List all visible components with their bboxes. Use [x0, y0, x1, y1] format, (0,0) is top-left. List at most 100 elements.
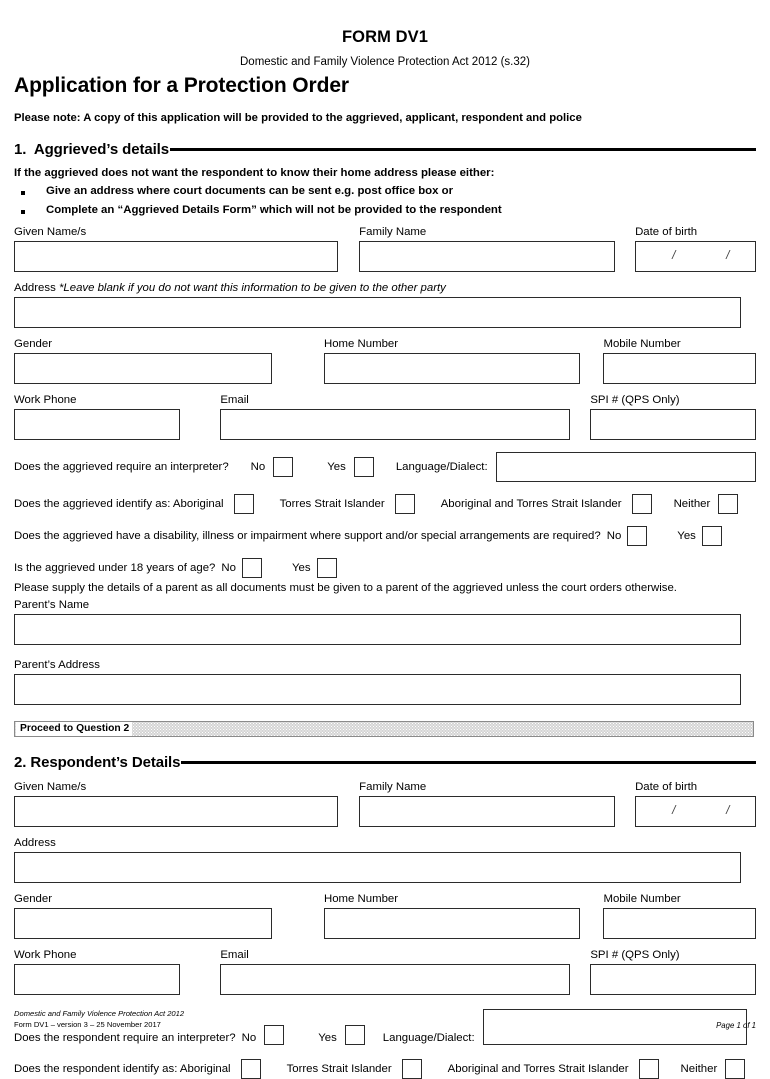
aggrieved-parent-address-row: Parent’s Address [14, 658, 756, 705]
aggrieved-identify-both-label: Aboriginal and Torres Strait Islander [440, 498, 622, 510]
aggrieved-identify-aboriginal-checkbox[interactable] [233, 494, 254, 514]
aggrieved-disability-question-row: Does the aggrieved have a disability, il… [14, 526, 756, 546]
aggrieved-parent-note: Please supply the details of a parent as… [14, 582, 677, 594]
respondent-family-name-field: Family Name [359, 780, 615, 827]
aggrieved-email-field: Email [220, 393, 570, 440]
aggrieved-language-dialect-input[interactable] [495, 452, 756, 482]
respondent-identify-both-checkbox[interactable] [638, 1059, 659, 1079]
aggrieved-family-name-label: Family Name [359, 226, 427, 238]
aggrieved-identify-both-checkbox[interactable] [631, 494, 652, 514]
aggrieved-parent-name-input[interactable] [14, 614, 741, 645]
respondent-dob-input[interactable]: / / [635, 796, 756, 827]
form-page: FORM DV1 Domestic and Family Violence Pr… [0, 28, 770, 1079]
respondent-identify-both-label: Aboriginal and Torres Strait Islander [447, 1063, 629, 1075]
aggrieved-parent-address-input[interactable] [14, 674, 741, 705]
section-1-rule [169, 147, 756, 151]
respondent-given-names-input[interactable] [14, 796, 338, 827]
aggrieved-family-name-input[interactable] [359, 241, 615, 272]
form-number-title: FORM DV1 [341, 28, 429, 46]
aggrieved-spi-input[interactable] [590, 409, 756, 440]
aggrieved-spi-field: SPI # (QPS Only) [590, 393, 756, 440]
respondent-contact-row-1: Gender Home Number Mobile Number [14, 892, 756, 939]
aggrieved-disability-yes-checkbox[interactable] [701, 526, 722, 546]
respondent-identify-tsi-checkbox[interactable] [401, 1059, 422, 1079]
aggrieved-work-phone-field: Work Phone [14, 393, 180, 440]
page-title: Application for a Protection Order [14, 74, 349, 97]
aggrieved-email-input[interactable] [220, 409, 570, 440]
aggrieved-dob-separator-2: / [726, 248, 730, 262]
respondent-contact-row-2: Work Phone Email SPI # (QPS Only) [14, 948, 756, 995]
aggrieved-work-phone-label: Work Phone [14, 394, 77, 406]
aggrieved-given-names-label: Given Name/s [14, 226, 87, 238]
aggrieved-identify-neither-checkbox[interactable] [718, 494, 739, 514]
aggrieved-gender-input[interactable] [14, 353, 272, 384]
aggrieved-work-phone-input[interactable] [14, 409, 180, 440]
aggrieved-under18-yes-checkbox[interactable] [316, 558, 337, 578]
respondent-spi-label: SPI # (QPS Only) [590, 949, 680, 961]
bullet-square-icon [21, 191, 25, 195]
respondent-family-name-input[interactable] [359, 796, 615, 827]
respondent-mobile-number-label: Mobile Number [603, 893, 681, 905]
respondent-address-input[interactable] [14, 852, 741, 883]
footer-document-info: Domestic and Family Violence Protection … [14, 1009, 184, 1030]
act-reference-line: Domestic and Family Violence Protection … [240, 56, 530, 68]
respondent-mobile-number-input[interactable] [603, 908, 756, 939]
aggrieved-interpreter-no-label: No [250, 461, 266, 473]
aggrieved-given-names-field: Given Name/s [14, 225, 338, 272]
respondent-home-number-label: Home Number [323, 893, 399, 905]
aggrieved-address-label: Address *Leave blank if you do not want … [14, 281, 741, 295]
aggrieved-address-note: *Leave blank if you do not want this inf… [58, 282, 446, 294]
proceed-to-question-2-label: Proceed to Question 2 [16, 722, 133, 736]
aggrieved-parent-address-label: Parent’s Address [14, 659, 100, 671]
respondent-spi-input[interactable] [590, 964, 756, 995]
footer-version-line: Form DV1 – version 3 – 25 November 2017 [14, 1019, 161, 1029]
respondent-interpreter-question-text: Does the respondent require an interpret… [14, 1032, 236, 1044]
aggrieved-interpreter-no-checkbox[interactable] [273, 457, 294, 477]
page-footer: Domestic and Family Violence Protection … [14, 1009, 756, 1030]
aggrieved-dob-input[interactable]: / / [635, 241, 756, 272]
aggrieved-interpreter-yes-checkbox[interactable] [353, 457, 374, 477]
aggrieved-dob-separator-1: / [672, 248, 676, 262]
aggrieved-address-row: Address *Leave blank if you do not want … [14, 281, 756, 328]
respondent-address-field: Address [14, 836, 741, 883]
aggrieved-home-number-label: Home Number [323, 338, 399, 350]
aggrieved-parent-name-field: Parent’s Name [14, 598, 741, 645]
aggrieved-gender-label: Gender [14, 338, 52, 350]
section-1-heading: 1. Aggrieved’s details [14, 141, 756, 158]
aggrieved-spi-label: SPI # (QPS Only) [590, 394, 680, 406]
aggrieved-disability-no-checkbox[interactable] [627, 526, 648, 546]
aggrieved-under18-no-label: No [221, 562, 236, 574]
aggrieved-home-number-input[interactable] [323, 353, 580, 384]
aggrieved-parent-name-label: Parent’s Name [14, 599, 90, 611]
respondent-email-label: Email [220, 949, 249, 961]
section-2-rule [181, 760, 756, 764]
aggrieved-address-label-text: Address [14, 282, 56, 294]
respondent-gender-input[interactable] [14, 908, 272, 939]
respondent-email-input[interactable] [220, 964, 570, 995]
respondent-home-number-input[interactable] [323, 908, 580, 939]
respondent-work-phone-field: Work Phone [14, 948, 180, 995]
bullet-1-text: Give an address where court documents ca… [46, 185, 453, 197]
respondent-mobile-number-field: Mobile Number [603, 892, 756, 939]
aggrieved-identify-tsi-checkbox[interactable] [394, 494, 415, 514]
aggrieved-given-names-input[interactable] [14, 241, 338, 272]
aggrieved-identify-question-row: Does the aggrieved identify as: Aborigin… [14, 494, 756, 514]
aggrieved-home-number-field: Home Number [323, 337, 580, 384]
aggrieved-under18-no-checkbox[interactable] [241, 558, 262, 578]
aggrieved-interpreter-question-text: Does the aggrieved require an interprete… [14, 461, 229, 473]
respondent-work-phone-input[interactable] [14, 964, 180, 995]
respondent-identify-aboriginal-checkbox[interactable] [240, 1059, 261, 1079]
aggrieved-under18-question-text: Is the aggrieved under 18 years of age? [14, 562, 216, 574]
section-1-heading-text: 1. Aggrieved’s details [14, 141, 169, 158]
aggrieved-family-name-field: Family Name [359, 225, 615, 272]
respondent-gender-field: Gender [14, 892, 272, 939]
aggrieved-dob-field: Date of birth / / [635, 225, 756, 272]
aggrieved-interpreter-yes-label: Yes [327, 461, 346, 473]
respondent-identify-neither-checkbox[interactable] [725, 1059, 746, 1079]
section-2-heading: 2. Respondent’s Details [14, 754, 756, 771]
aggrieved-mobile-number-input[interactable] [603, 353, 756, 384]
respondent-interpreter-yes-label: Yes [318, 1032, 337, 1044]
respondent-dob-field: Date of birth / / [635, 780, 756, 827]
aggrieved-address-input[interactable] [14, 297, 741, 328]
aggrieved-address-bullet-1: Give an address where court documents ca… [14, 185, 756, 197]
